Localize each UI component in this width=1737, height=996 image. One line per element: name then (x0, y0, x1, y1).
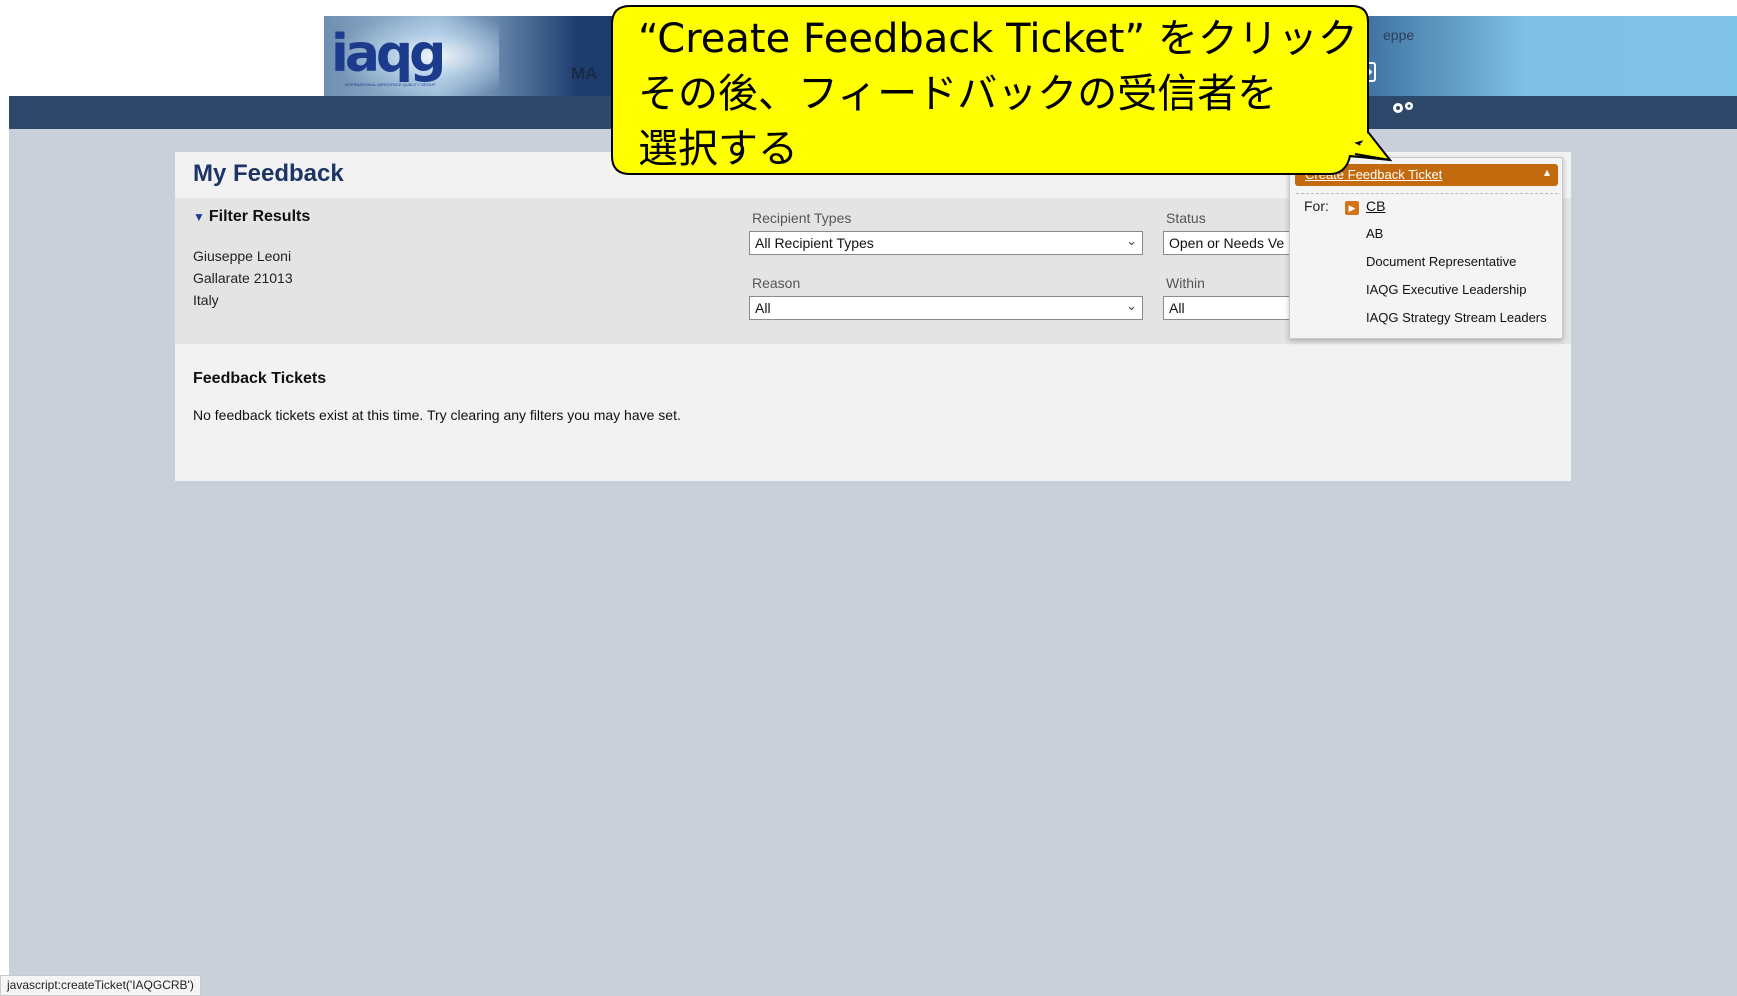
recipient-option-strategy-stream-leaders[interactable]: IAQG Strategy Stream Leaders (1366, 310, 1547, 325)
filter-toggle[interactable]: ▼ Filter Results (193, 208, 310, 226)
address-line-city: Gallarate 21013 (193, 270, 293, 286)
within-value: All (1169, 300, 1185, 316)
recipient-option-document-representative[interactable]: Document Representative (1366, 254, 1516, 269)
chevron-down-icon: ⌄ (1126, 233, 1137, 248)
browser-status-bar: javascript:createTicket('IAQGCRB') (0, 975, 201, 996)
app-shell: iaqg INTERNATIONAL AEROSPACE QUALITY GRO… (9, 0, 1737, 996)
dropdown-divider (1296, 193, 1558, 194)
recipient-option-ab[interactable]: AB (1366, 226, 1383, 241)
for-label: For: (1304, 198, 1329, 214)
logo-subtitle: INTERNATIONAL AEROSPACE QUALITY GROUP (344, 82, 436, 87)
tickets-heading: Feedback Tickets (193, 370, 327, 387)
reason-select[interactable]: All ⌄ (749, 296, 1143, 320)
nav-main-menu[interactable]: MA (571, 64, 597, 84)
instruction-callout: “Create Feedback Ticket” をクリック その後、フィードバ… (610, 4, 1394, 175)
callout-text: “Create Feedback Ticket” をクリック その後、フィードバ… (638, 16, 1358, 172)
arrow-right-icon: ▶ (1345, 201, 1359, 215)
page-title: My Feedback (193, 160, 344, 187)
status-value: Open or Needs Ve (1169, 235, 1285, 251)
address-line-country: Italy (193, 292, 219, 308)
status-label: Status (1166, 210, 1206, 226)
reason-label: Reason (752, 275, 801, 291)
triangle-down-icon: ▼ (193, 210, 205, 224)
status-select[interactable]: Open or Needs Ve (1163, 231, 1293, 255)
recipient-option-executive-leadership[interactable]: IAQG Executive Leadership (1366, 282, 1526, 297)
recipient-option-cb[interactable]: CB (1366, 198, 1385, 214)
within-select[interactable]: All (1163, 296, 1293, 320)
iaqg-logo[interactable]: iaqg INTERNATIONAL AEROSPACE QUALITY GRO… (331, 28, 449, 92)
create-ticket-dropdown: Create Feedback Ticket ▴ For: ▶ CB AB Do… (1289, 157, 1563, 339)
caret-up-icon: ▴ (1543, 165, 1550, 179)
tickets-empty-message: No feedback tickets exist at this time. … (193, 407, 681, 423)
recipient-types-select[interactable]: All Recipient Types ⌄ (749, 231, 1143, 255)
recipient-types-value: All Recipient Types (755, 235, 874, 251)
address-line-name: Giuseppe Leoni (193, 248, 292, 264)
logo-text: iaqg (331, 24, 446, 84)
reason-value: All (755, 300, 771, 316)
filter-heading: Filter Results (208, 208, 311, 225)
within-label: Within (1166, 275, 1205, 291)
recipient-types-label: Recipient Types (752, 210, 852, 226)
chevron-down-icon: ⌄ (1126, 298, 1137, 313)
